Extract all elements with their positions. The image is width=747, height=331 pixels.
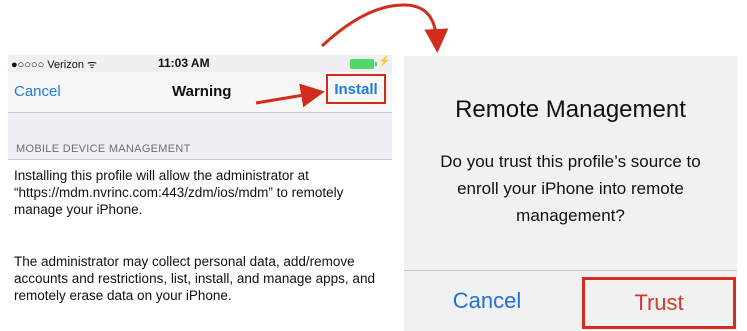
page-title: Warning xyxy=(172,83,232,100)
navigation-bar: Cancel Warning Install xyxy=(8,72,392,113)
red-arrow-icon xyxy=(320,3,449,53)
alert-message: Do you trust this profile’s source to en… xyxy=(440,152,701,225)
description-paragraph-2: The administrator may collect personal d… xyxy=(14,254,375,303)
install-button[interactable]: Install xyxy=(326,74,386,104)
alert-cancel-button[interactable]: Cancel xyxy=(404,271,570,331)
profile-install-screen: ●○○○○ Verizon ᯤ 11:03 AM ⚡ Cancel Warnin… xyxy=(8,55,392,331)
alert-title: Remote Management xyxy=(455,96,686,123)
carrier-signal: ●○○○○ Verizon ᯤ xyxy=(11,59,98,71)
status-bar: ●○○○○ Verizon ᯤ 11:03 AM ⚡ xyxy=(8,55,392,71)
alert-trust-button[interactable]: Trust xyxy=(582,277,736,329)
section-header: MOBILE DEVICE MANAGEMENT xyxy=(16,143,191,155)
profile-description: Installing this profile will allow the a… xyxy=(8,159,392,331)
description-paragraph-1: Installing this profile will allow the a… xyxy=(14,168,344,217)
remote-management-alert: Remote Management Do you trust this prof… xyxy=(404,56,737,331)
battery-icon xyxy=(350,59,377,69)
cancel-button[interactable]: Cancel xyxy=(14,83,61,100)
status-time: 11:03 AM xyxy=(158,56,210,70)
charging-icon: ⚡ xyxy=(378,56,391,67)
